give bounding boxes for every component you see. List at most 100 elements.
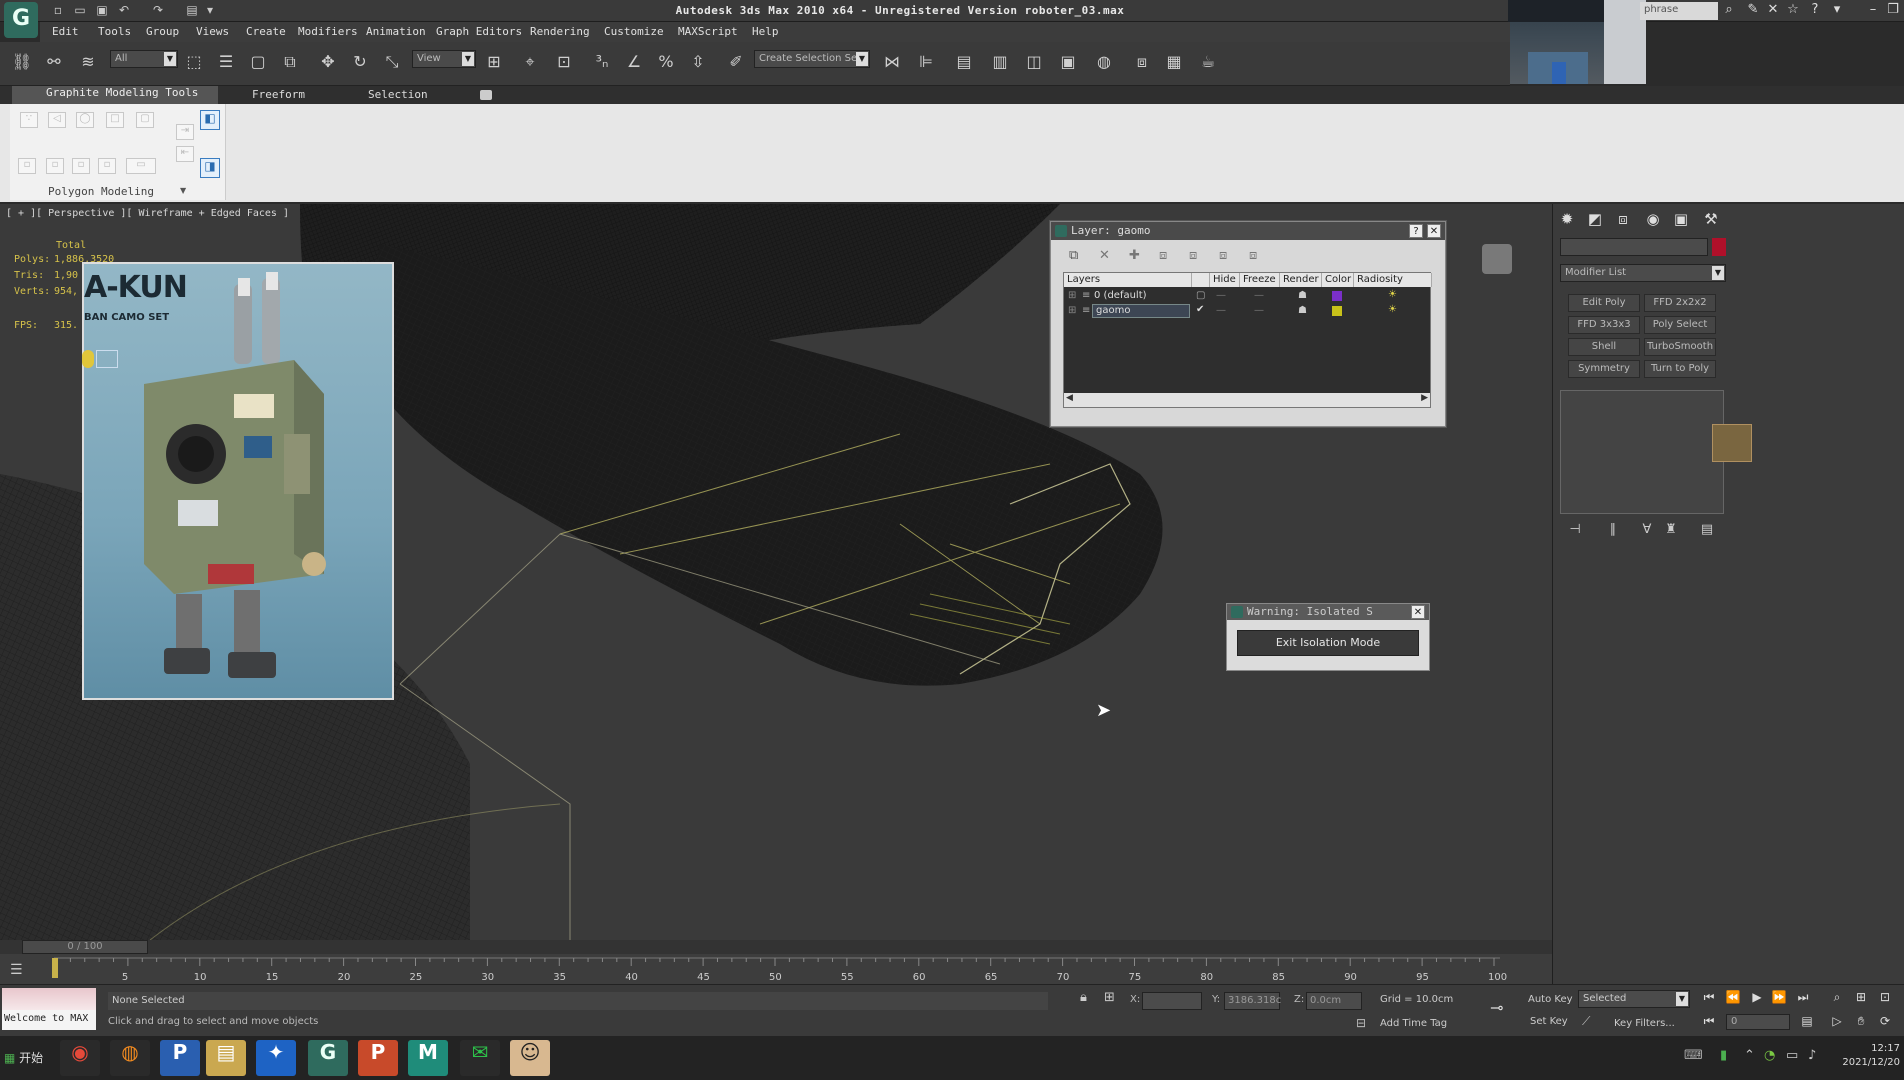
keyboard-shortcut-icon[interactable]: ⊡ — [552, 50, 576, 74]
object-name-field[interactable] — [1560, 238, 1708, 256]
rendered-frame-icon[interactable]: ▦ — [1162, 50, 1186, 74]
delete-layer-icon[interactable]: ✕ — [1099, 248, 1110, 263]
display-tray-icon[interactable]: ▭ — [1786, 1048, 1798, 1063]
menu-create[interactable]: Create — [246, 25, 286, 38]
select-link-icon[interactable]: ⛓ — [10, 50, 34, 74]
hide-toggle[interactable]: — — [1216, 305, 1226, 316]
column-layers[interactable]: Layers — [1064, 273, 1192, 287]
collapse-stack-icon[interactable]: ▭ — [126, 158, 156, 174]
layer-row-gaomo[interactable]: ⊞ ≡ gaomo ✔ — — ☗ ☀ — [1064, 304, 1432, 318]
window-crossing-icon[interactable]: ⧉ — [278, 50, 302, 74]
render-setup-icon[interactable]: ⧈ — [1130, 50, 1154, 74]
key-filters-button[interactable]: Key Filters... — [1614, 1018, 1675, 1029]
selection-filter-dropdown[interactable]: All ▼ — [110, 50, 178, 68]
configure-sets-icon[interactable]: ▤ — [1696, 522, 1718, 540]
zoom-icon[interactable]: ⌕ — [1828, 990, 1846, 1008]
motion-tab-icon[interactable]: ◉ — [1642, 210, 1664, 230]
pin-stack-icon[interactable]: ⇤ — [176, 146, 194, 162]
time-tag-icon[interactable]: ⊟ — [1356, 1016, 1366, 1030]
select-rotate-icon[interactable]: ↻ — [348, 50, 372, 74]
wrench-icon[interactable]: ✎ — [1744, 2, 1762, 20]
maxscript-listener-mini[interactable] — [2, 988, 96, 1010]
snaps-toggle-icon[interactable]: ³ₙ — [590, 50, 614, 74]
open-mini-curve-editor-icon[interactable]: ☰ — [10, 962, 23, 978]
pin-stack-icon[interactable]: ⊣ — [1564, 522, 1586, 540]
render-teapot-icon[interactable]: ☗ — [1298, 305, 1307, 316]
utilities-tab-icon[interactable]: ⚒ — [1700, 210, 1722, 230]
ffd-3x3x3-button[interactable]: FFD 3x3x3 — [1568, 316, 1640, 334]
quick-access-dropdown-icon[interactable]: ▾ — [202, 3, 218, 17]
modifier-stack[interactable] — [1560, 390, 1724, 514]
spinner-snap-icon[interactable]: ⇳ — [686, 50, 710, 74]
tab-graphite-modeling-tools[interactable]: Graphite Modeling Tools — [12, 86, 218, 104]
exit-isolation-mode-button[interactable]: Exit Isolation Mode — [1237, 630, 1419, 656]
scroll-left-icon[interactable]: ◀ — [1066, 393, 1073, 403]
edge-icon[interactable]: ◁ — [48, 112, 66, 128]
symmetry-button[interactable]: Symmetry — [1568, 360, 1640, 378]
column-freeze[interactable]: Freeze — [1240, 273, 1280, 287]
firefox-icon[interactable]: ◍ — [110, 1040, 150, 1076]
expand-icon[interactable]: ⊞ — [1068, 305, 1076, 316]
help-icon[interactable]: ? — [1806, 2, 1824, 20]
menu-maxscript[interactable]: MAXScript — [678, 25, 738, 38]
poly-select-button[interactable]: Poly Select — [1644, 316, 1716, 334]
go-to-end-icon[interactable]: ⏭ — [1794, 990, 1812, 1008]
menu-views[interactable]: Views — [196, 25, 229, 38]
add-to-layer-icon[interactable]: ✚ — [1129, 248, 1140, 263]
rectangular-selection-icon[interactable]: ▢ — [246, 50, 270, 74]
app-logo-icon[interactable]: G — [4, 2, 38, 38]
zoom-all-icon[interactable]: ⊞ — [1852, 990, 1870, 1008]
layer-color-swatch[interactable] — [1332, 291, 1342, 301]
named-selection-dropdown[interactable]: Create Selection Se ▼ — [754, 50, 870, 68]
next-frame-icon[interactable]: ⏩ — [1770, 990, 1788, 1008]
schematic-view-icon[interactable]: ▣ — [1056, 50, 1080, 74]
edit-poly-button[interactable]: Edit Poly — [1568, 294, 1640, 312]
unlink-icon[interactable]: ⚯ — [42, 50, 66, 74]
menu-tools[interactable]: Tools — [98, 25, 131, 38]
orbit-icon[interactable]: ⟳ — [1876, 1014, 1894, 1032]
freeze-toggle[interactable]: — — [1254, 290, 1264, 301]
layer-color-swatch[interactable] — [1332, 306, 1342, 316]
set-key-button[interactable]: Set Key — [1530, 1016, 1568, 1027]
time-config-icon[interactable]: ▤ — [1798, 1014, 1816, 1032]
set-key-icon[interactable]: ⊸ — [1490, 998, 1503, 1017]
binoculars-icon[interactable]: ⌕ — [1720, 2, 1738, 20]
render-production-icon[interactable]: ☕ — [1196, 50, 1220, 74]
lock-icon[interactable]: 🔒︎ — [1080, 990, 1087, 1005]
modify-tab-icon[interactable]: ◩ — [1584, 210, 1606, 230]
keyboard-tray-icon[interactable]: ⌨ — [1684, 1048, 1703, 1063]
field-of-view-icon[interactable]: ▷ — [1828, 1014, 1846, 1032]
add-time-tag-button[interactable]: Add Time Tag — [1380, 1018, 1447, 1029]
ribbon-options-icon[interactable] — [480, 90, 492, 100]
highlight-layer-icon[interactable]: ⧈ — [1189, 248, 1197, 263]
minimize-icon[interactable]: – — [1864, 2, 1882, 20]
layer-name[interactable]: 0 (default) — [1094, 290, 1147, 301]
menu-customize[interactable]: Customize — [604, 25, 664, 38]
freeze-all-icon[interactable]: ⧈ — [1249, 248, 1257, 263]
edit-named-selection-icon[interactable]: ✐ — [724, 50, 748, 74]
wechat-icon[interactable]: ✉ — [460, 1040, 500, 1076]
turn-to-poly-button[interactable]: Turn to Poly — [1644, 360, 1716, 378]
ignore-backfacing-icon[interactable]: ⇥ — [176, 124, 194, 140]
menu-modifiers[interactable]: Modifiers — [298, 25, 358, 38]
key-filter-icon[interactable]: ⟋ — [1582, 1014, 1590, 1029]
expand-icon[interactable]: ⊞ — [1068, 290, 1076, 301]
ffd-2x2x2-button[interactable]: FFD 2x2x2 — [1644, 294, 1716, 312]
mirror-icon[interactable]: ⋈ — [880, 50, 904, 74]
select-manipulate-icon[interactable]: ⌖ — [518, 50, 542, 74]
column-hide[interactable]: Hide — [1210, 273, 1240, 287]
layer-manager-icon[interactable]: ▤ — [952, 50, 976, 74]
3ds-max-icon[interactable]: G — [308, 1040, 348, 1076]
polygon-icon[interactable]: □ — [106, 112, 124, 128]
menu-rendering[interactable]: Rendering — [530, 25, 590, 38]
percent-snap-icon[interactable]: % — [654, 50, 678, 74]
dropdown-icon[interactable]: ▾ — [1828, 2, 1846, 20]
remove-modifier-icon[interactable]: ♜ — [1660, 522, 1682, 540]
maya-icon[interactable]: M — [408, 1040, 448, 1076]
hide-toggle[interactable]: — — [1216, 290, 1226, 301]
column-current[interactable] — [1192, 273, 1210, 287]
current-layer-check-icon[interactable]: ✔ — [1196, 304, 1204, 315]
warning-dialog-title[interactable]: Warning: Isolated S — [1227, 604, 1429, 620]
layer-dialog-title[interactable]: Layer: gaomo — [1051, 222, 1445, 240]
turbosmooth-button[interactable]: TurboSmooth — [1644, 338, 1716, 356]
